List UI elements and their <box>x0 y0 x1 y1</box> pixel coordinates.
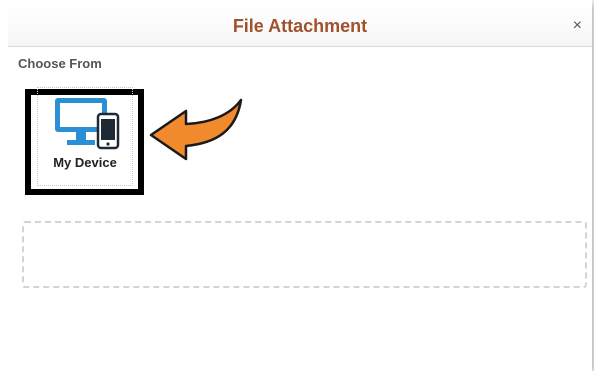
my-device-button[interactable]: My Device <box>25 87 144 195</box>
file-drop-area[interactable] <box>22 221 587 288</box>
file-attachment-dialog: File Attachment × Choose From My Device <box>0 0 592 371</box>
my-device-tile[interactable]: My Device <box>37 87 133 186</box>
pointer-arrow-icon <box>149 98 243 161</box>
my-device-label: My Device <box>53 155 117 170</box>
choose-from-label: Choose From <box>18 56 102 71</box>
desktop-and-phone-icon <box>55 98 120 150</box>
dialog-header: File Attachment × <box>8 6 592 47</box>
dialog-body: Choose From My Device <box>8 47 592 371</box>
dialog-title: File Attachment <box>232 16 368 36</box>
close-button[interactable]: × <box>573 18 582 34</box>
